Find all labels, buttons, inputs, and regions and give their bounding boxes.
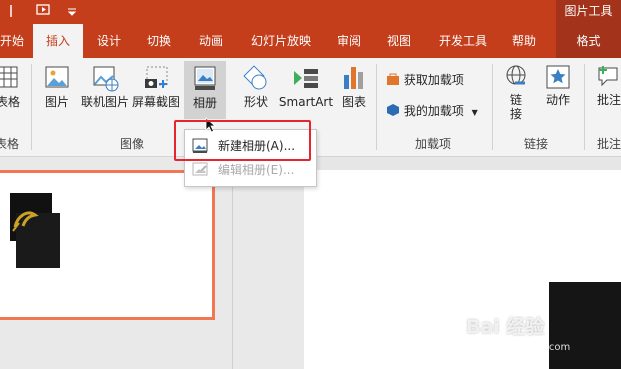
picture-label: 图片 [44, 95, 69, 109]
table-group-label: 表格 [0, 137, 19, 151]
store-icon [387, 73, 399, 85]
group-divider [584, 64, 585, 150]
online-picture-button[interactable]: 联机图片 [80, 63, 130, 109]
globe-link-icon [506, 65, 526, 85]
picture-icon [45, 66, 69, 88]
customize-qat-icon[interactable] [64, 3, 80, 19]
comment-button[interactable]: 批注 [592, 63, 621, 107]
action-star-icon [546, 65, 570, 89]
my-addins-label: 我的加载项 [403, 104, 464, 118]
link-label: 链 接 [509, 93, 522, 121]
action-button[interactable]: 动作 [540, 63, 576, 107]
link-button[interactable]: 链 接 [500, 63, 532, 121]
new-album-label: 新建相册(A)... [218, 139, 296, 153]
photo-album-button[interactable]: 相册 [184, 61, 226, 119]
tab-review[interactable]: 审阅 [331, 24, 367, 58]
slideshow-start-icon[interactable] [36, 3, 52, 19]
photo-album-label: 相册 [192, 96, 217, 110]
smartart-label: SmartArt [278, 95, 334, 109]
group-divider [31, 64, 32, 150]
edit-album-menu-item: 编辑相册(E)... [185, 158, 316, 182]
tab-transitions[interactable]: 切换 [141, 24, 177, 58]
tab-design[interactable]: 设计 [91, 24, 127, 58]
undo-icon[interactable] [8, 3, 24, 19]
group-divider [376, 64, 377, 150]
picture-button[interactable]: 图片 [40, 63, 74, 109]
comment-label: 批注 [596, 93, 621, 107]
pane-divider [232, 157, 305, 369]
tab-insert[interactable]: 插入 [33, 24, 83, 58]
photo-album-icon [194, 66, 216, 90]
addins-group-label: 加载项 [414, 137, 451, 151]
screenshot-icon [145, 66, 168, 88]
new-album-icon [192, 138, 208, 153]
smartart-icon [294, 69, 318, 88]
tab-help[interactable]: 帮助 [506, 24, 542, 58]
picture-tools-context-title: 图片工具 [556, 0, 621, 24]
chart-button[interactable]: 图表 [338, 63, 370, 109]
comment-icon [598, 66, 618, 87]
tab-animations[interactable]: 动画 [193, 24, 229, 58]
images-group-label: 图像 [119, 137, 144, 151]
tab-format[interactable]: 格式 [556, 24, 621, 58]
chevron-down-icon[interactable]: ▼ [472, 108, 478, 117]
chart-label: 图表 [341, 95, 366, 109]
shapes-label: 形状 [243, 95, 268, 109]
mouse-cursor-icon [205, 117, 217, 133]
my-addins-button[interactable]: 我的加载项 ▼ [386, 102, 478, 120]
new-album-menu-item[interactable]: 新建相册(A)... [185, 134, 316, 158]
screenshot-label: 屏幕截图 [131, 95, 180, 109]
shapes-icon [243, 65, 267, 90]
smartart-button[interactable]: SmartArt [278, 63, 334, 109]
links-group-label: 链接 [523, 137, 548, 151]
watermark-url: jingyan.baidu.com [478, 342, 571, 353]
tab-view[interactable]: 视图 [381, 24, 417, 58]
tab-slideshow[interactable]: 幻灯片放映 [245, 24, 317, 58]
slide-thumbnail[interactable] [0, 170, 215, 320]
chart-icon [344, 67, 363, 89]
edit-album-label: 编辑相册(E)... [218, 163, 295, 177]
table-label: 表格 [0, 95, 20, 109]
comments-group-label: 批注 [596, 137, 621, 151]
photo-album-menu: 新建相册(A)... 编辑相册(E)... [184, 129, 317, 187]
slide-canvas[interactable] [304, 170, 621, 369]
get-addins-label: 获取加载项 [403, 73, 464, 87]
get-addins-button[interactable]: 获取加载项 [386, 71, 464, 89]
table-icon [0, 66, 18, 88]
edit-album-icon [192, 162, 208, 176]
logo-glyph-icon [12, 211, 39, 232]
online-picture-label: 联机图片 [80, 95, 129, 109]
group-divider [492, 64, 493, 150]
tab-home[interactable]: 开始 [0, 24, 24, 58]
online-picture-icon [93, 66, 119, 92]
tab-developer[interactable]: 开发工具 [433, 24, 493, 58]
my-addins-icon [387, 104, 399, 116]
watermark-brand: Bai 经验 [466, 316, 545, 338]
table-button[interactable]: 表格 [0, 63, 22, 109]
action-label: 动作 [545, 93, 570, 107]
slide-image[interactable] [549, 282, 621, 369]
quick-access-toolbar [0, 0, 556, 24]
shapes-button[interactable]: 形状 [236, 63, 276, 109]
screenshot-button[interactable]: 屏幕截图 [131, 63, 181, 109]
